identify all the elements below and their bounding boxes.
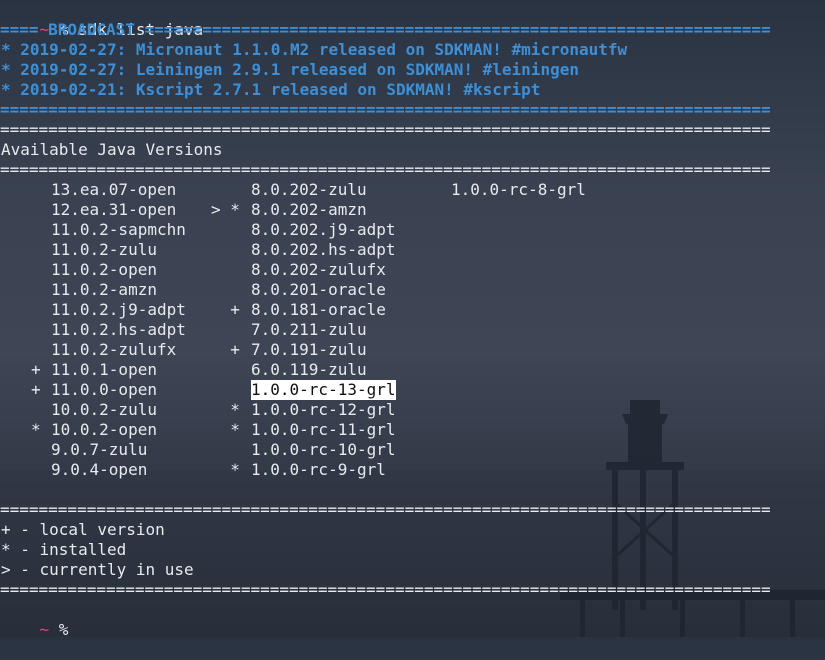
java-version[interactable]: 8.0.201-oracle [251, 280, 386, 300]
broadcast-item: * 2019-02-21: Kscript 2.7.1 released on … [1, 80, 541, 99]
version-marker: + [31, 380, 41, 399]
java-version[interactable]: 11.0.2.hs-adpt [51, 320, 186, 340]
command-line[interactable]: ~ % [1, 600, 69, 639]
version-marker [31, 400, 41, 420]
version-marker [31, 240, 41, 260]
version-marker [211, 440, 240, 460]
version-marker [431, 180, 441, 200]
java-version[interactable]: 8.0.181-oracle [251, 300, 386, 320]
version-marker [31, 440, 41, 460]
version-marker [31, 180, 41, 200]
java-version[interactable]: 11.0.1-open [51, 360, 157, 380]
broadcast-footer: ========================================… [0, 100, 771, 119]
separator-line: ========================================… [0, 160, 771, 179]
java-version[interactable]: 11.0.0-open [51, 380, 157, 400]
broadcast-item: * 2019-02-27: Leiningen 2.9.1 released o… [1, 60, 579, 79]
separator-line: ========================================… [0, 580, 771, 599]
java-version[interactable]: 10.0.2-open [51, 420, 157, 440]
java-version[interactable]: 11.0.2-zulufx [51, 340, 176, 360]
version-marker [31, 460, 41, 480]
broadcast-item: * 2019-02-27: Micronaut 1.1.0.M2 release… [1, 40, 628, 59]
java-version[interactable]: 6.0.119-zulu [251, 360, 367, 380]
page-title: Available Java Versions [1, 140, 223, 159]
version-marker: * [211, 400, 240, 419]
version-marker: + [211, 340, 240, 359]
terminal-window[interactable]: ~ % sdk list java ==== BROADCAST =======… [0, 0, 825, 639]
java-version[interactable]: 7.0.191-zulu [251, 340, 367, 360]
java-version[interactable]: 8.0.202.j9-adpt [251, 220, 396, 240]
version-marker [31, 300, 41, 320]
version-marker: > * [211, 200, 240, 219]
version-marker [31, 340, 41, 360]
separator-line: ========================================… [0, 120, 771, 139]
version-marker [211, 320, 240, 340]
separator-line: ========================================… [0, 500, 771, 519]
broadcast-header: ==== BROADCAST =========================… [0, 20, 771, 39]
version-marker [31, 200, 41, 220]
version-marker: * [211, 420, 240, 439]
version-marker [211, 220, 240, 240]
java-version[interactable]: 9.0.7-zulu [51, 440, 147, 460]
java-version[interactable]: 11.0.2.j9-adpt [51, 300, 186, 320]
command-line: ~ % sdk list java [1, 0, 204, 39]
java-version[interactable]: 8.0.202-zulu [251, 180, 367, 200]
java-version[interactable]: 1.0.0-rc-11-grl [251, 420, 396, 440]
version-marker [31, 280, 41, 300]
version-marker: * [31, 420, 41, 439]
version-marker [211, 180, 240, 200]
version-marker [211, 280, 240, 300]
legend-installed: * - installed [1, 540, 127, 559]
java-version[interactable]: 1.0.0-rc-8-grl [451, 180, 586, 200]
java-version[interactable]: 11.0.2-open [51, 260, 157, 280]
version-marker [211, 240, 240, 260]
version-marker [211, 360, 240, 380]
version-marker [31, 320, 41, 340]
java-version[interactable]: 1.0.0-rc-9-grl [251, 460, 386, 480]
java-version[interactable]: 12.ea.31-open [51, 200, 176, 220]
java-version[interactable]: 7.0.211-zulu [251, 320, 367, 340]
java-version[interactable]: 11.0.2-amzn [51, 280, 157, 300]
version-marker [211, 260, 240, 280]
prompt-tilde: ~ [39, 620, 50, 639]
java-version[interactable]: 8.0.202-amzn [251, 200, 367, 220]
java-version[interactable]: 9.0.4-open [51, 460, 147, 480]
version-marker: + [211, 300, 240, 319]
java-version[interactable]: 1.0.0-rc-12-grl [251, 400, 396, 420]
version-marker [31, 220, 41, 240]
java-version[interactable]: 13.ea.07-open [51, 180, 176, 200]
java-version[interactable]: 8.0.202.hs-adpt [251, 240, 396, 260]
version-marker: + [31, 360, 41, 379]
java-version[interactable]: 1.0.0-rc-13-grl [251, 380, 396, 400]
java-version[interactable]: 11.0.2-zulu [51, 240, 157, 260]
version-marker [211, 380, 240, 400]
java-version[interactable]: 1.0.0-rc-10-grl [251, 440, 396, 460]
java-version[interactable]: 8.0.202-zulufx [251, 260, 386, 280]
prompt-cursor: % [49, 620, 69, 639]
java-version[interactable]: 10.0.2-zulu [51, 400, 157, 420]
legend-local: + - local version [1, 520, 165, 539]
version-marker [31, 260, 41, 280]
java-version[interactable]: 11.0.2-sapmchn [51, 220, 186, 240]
legend-in-use: > - currently in use [1, 560, 194, 579]
version-marker: * [211, 460, 240, 479]
